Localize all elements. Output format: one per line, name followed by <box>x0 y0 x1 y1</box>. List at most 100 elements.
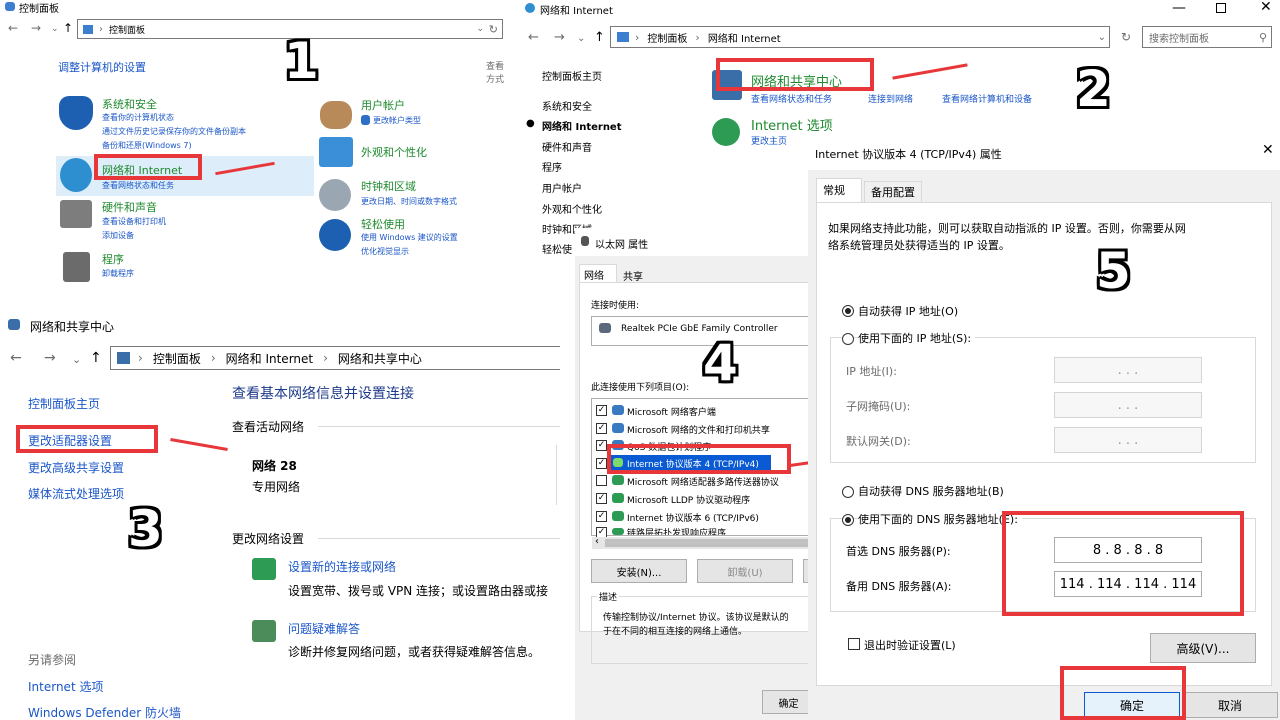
tab-general[interactable]: 常规 <box>816 178 862 202</box>
checkbox-item-ipv6[interactable]: ✓ <box>596 511 607 522</box>
forward-icon[interactable]: → <box>31 21 41 35</box>
advanced-button[interactable]: 高级(V)... <box>1150 633 1256 663</box>
category-ease-of-access[interactable]: 轻松使用 <box>361 216 405 232</box>
address-bar[interactable]: › 控制面板 › 网络和 Internet ↻ ⌄ <box>610 26 1131 48</box>
item-ipv6[interactable]: Internet 协议版本 6 (TCP/IPv6) <box>627 511 759 524</box>
forward-icon[interactable]: → <box>44 350 56 366</box>
breadcrumb[interactable]: 控制面板 <box>109 23 145 36</box>
radio-auto-dns[interactable] <box>842 486 854 498</box>
close-button[interactable]: ✕ <box>1260 0 1272 15</box>
link-change-account-type[interactable]: 更改帐户类型 <box>373 115 421 126</box>
sidebar-item-media-streaming[interactable]: 媒体流式处理选项 <box>28 485 124 502</box>
refresh-icon[interactable]: ↻ <box>1121 30 1131 44</box>
auto-dns-label[interactable]: 自动获得 DNS 服务器地址(B) <box>858 483 1004 499</box>
sidebar-item-appearance[interactable]: 外观和个性化 <box>542 201 602 216</box>
checkbox-item-qos[interactable]: ✓ <box>596 440 607 451</box>
item-file-sharing[interactable]: Microsoft 网络的文件和打印机共享 <box>627 423 770 436</box>
up-icon[interactable]: ↑ <box>90 350 102 366</box>
radio-static-dns[interactable] <box>842 514 854 526</box>
link-file-history[interactable]: 通过文件历史记录保存你的文件备份副本 <box>102 126 246 137</box>
category-system-security[interactable]: 系统和安全 <box>102 96 157 112</box>
link-connect-network[interactable]: 连接到网络 <box>868 92 913 105</box>
install-button[interactable]: 安装(N)... <box>591 559 687 583</box>
link-setup-connection[interactable]: 设置新的连接或网络 <box>288 558 396 575</box>
auto-ip-label[interactable]: 自动获得 IP 地址(O) <box>858 303 958 319</box>
sidebar-item-security[interactable]: 系统和安全 <box>542 98 592 113</box>
link-view-status[interactable]: 查看你的计算机状态 <box>102 112 174 123</box>
chevron-down-icon[interactable]: ⌄ <box>577 33 585 44</box>
validate-checkbox[interactable] <box>848 638 860 650</box>
category-hardware-sound[interactable]: 硬件和声音 <box>102 199 157 215</box>
search-icon[interactable]: ⚲ <box>1259 31 1267 44</box>
sidebar-item-advanced-sharing[interactable]: 更改高级共享设置 <box>28 459 124 476</box>
sidebar-item-hardware[interactable]: 硬件和声音 <box>542 139 592 154</box>
link-internet-options[interactable]: Internet 选项 <box>751 115 833 134</box>
link-change-date-format[interactable]: 更改日期、时间或数字格式 <box>361 196 457 207</box>
search-input[interactable]: 搜索控制面板 ⚲ <box>1142 26 1272 48</box>
static-dns-label[interactable]: 使用下面的 DNS 服务器地址(E): <box>858 511 1022 527</box>
sidebar-item-network[interactable]: 网络和 Internet <box>542 118 622 133</box>
item-lltd[interactable]: 链路层拓扑发现响应程序 <box>627 526 726 535</box>
minimize-button[interactable]: — <box>1172 0 1186 16</box>
item-lldp[interactable]: Microsoft LLDP 协议驱动程序 <box>627 493 750 506</box>
ip-address-input[interactable]: . . . <box>1054 357 1202 383</box>
tab-network[interactable]: 网络 <box>579 264 617 282</box>
link-uninstall[interactable]: 卸载程序 <box>102 268 134 279</box>
category-clock-region[interactable]: 时钟和区域 <box>361 178 416 194</box>
up-icon[interactable]: ↑ <box>63 21 73 35</box>
checkbox-item-ipv4[interactable]: ✓ <box>596 458 607 469</box>
back-icon[interactable]: ← <box>10 350 22 366</box>
back-icon[interactable]: ← <box>528 30 539 45</box>
maximize-button[interactable] <box>1216 3 1226 13</box>
link-backup-restore[interactable]: 备份和还原(Windows 7) <box>102 140 192 151</box>
category-appearance[interactable]: 外观和个性化 <box>361 144 427 160</box>
close-button[interactable]: ✕ <box>1262 142 1274 158</box>
category-programs[interactable]: 程序 <box>102 251 124 267</box>
scroll-left-icon[interactable]: ‹ <box>595 536 599 547</box>
up-icon[interactable]: ↑ <box>594 30 605 45</box>
link-add-device[interactable]: 添加设备 <box>102 230 134 241</box>
sidebar-item-ease[interactable]: 轻松使 <box>542 241 572 256</box>
tab-alternate[interactable]: 备用配置 <box>864 181 922 202</box>
checkbox-item-lldp[interactable]: ✓ <box>596 493 607 504</box>
breadcrumb-control-panel[interactable]: 控制面板 <box>647 30 687 45</box>
dropdown-icon[interactable]: ⌄ <box>1098 32 1106 43</box>
link-network-status[interactable]: 查看网络状态和任务 <box>102 180 174 191</box>
link-recommended-settings[interactable]: 使用 Windows 建议的设置 <box>361 232 458 243</box>
tab-sharing[interactable]: 共享 <box>617 266 649 283</box>
category-user-accounts[interactable]: 用户帐户 <box>361 97 405 113</box>
radio-auto-ip[interactable] <box>842 305 854 317</box>
scrollbar-thumb[interactable] <box>605 539 815 547</box>
link-defender-firewall[interactable]: Windows Defender 防火墙 <box>28 704 181 720</box>
back-icon[interactable]: ← <box>8 21 18 35</box>
forward-icon[interactable]: → <box>554 30 565 45</box>
item-client[interactable]: Microsoft 网络客户端 <box>627 405 716 418</box>
link-view-network-status[interactable]: 查看网络状态和任务 <box>751 92 832 105</box>
link-optimize-display[interactable]: 优化视觉显示 <box>361 246 409 257</box>
link-internet-options[interactable]: Internet 选项 <box>28 678 103 695</box>
refresh-icon[interactable]: ↻ <box>489 23 498 36</box>
dropdown-icon[interactable]: ⌄ <box>476 24 484 34</box>
sidebar-item-programs[interactable]: 程序 <box>542 159 562 174</box>
static-ip-label[interactable]: 使用下面的 IP 地址(S): <box>858 330 976 346</box>
chevron-down-icon[interactable]: ⌄ <box>51 24 59 34</box>
breadcrumb-control-panel[interactable]: 控制面板 <box>153 350 201 367</box>
chevron-down-icon[interactable]: ⌄ <box>72 353 81 366</box>
sidebar-item-home[interactable]: 控制面板主页 <box>28 395 100 412</box>
sidebar-item-users[interactable]: 用户帐户 <box>542 180 582 195</box>
gateway-input[interactable]: . . . <box>1054 427 1202 453</box>
cancel-button[interactable]: 取消 <box>1182 692 1278 718</box>
address-bar[interactable]: › 控制面板 › 网络和 Internet › 网络和共享中心 <box>110 346 560 370</box>
link-change-homepage[interactable]: 更改主页 <box>751 134 787 147</box>
validate-label[interactable]: 退出时验证设置(L) <box>864 637 956 653</box>
sidebar-item-home[interactable]: 控制面板主页 <box>542 68 602 83</box>
checkbox-item-multiplexor[interactable] <box>596 475 607 486</box>
link-devices-printers[interactable]: 查看设备和打印机 <box>102 216 166 227</box>
breadcrumb-network[interactable]: 网络和 Internet <box>226 350 313 367</box>
breadcrumb-sharing-center[interactable]: 网络和共享中心 <box>338 350 422 367</box>
link-network-computers[interactable]: 查看网络计算机和设备 <box>942 92 1032 105</box>
view-by-label[interactable]: 查看方式 <box>486 59 510 85</box>
checkbox-item-client[interactable]: ✓ <box>596 405 607 416</box>
item-multiplexor[interactable]: Microsoft 网络适配器多路传送器协议 <box>627 475 793 488</box>
checkbox-item-file-sharing[interactable]: ✓ <box>596 423 607 434</box>
